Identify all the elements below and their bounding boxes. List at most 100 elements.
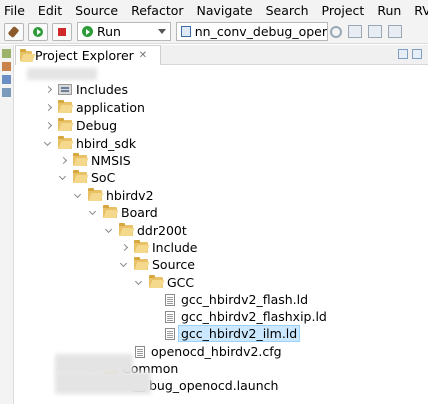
- tab-project-explorer[interactable]: Project Explorer ✕: [15, 45, 161, 65]
- tree-item-label: openocd_hbirdv2.cfg: [151, 344, 282, 359]
- redacted-region: [55, 354, 133, 374]
- project-tree: Includes application Debug hbird_sdk NMS…: [15, 66, 428, 404]
- chevron-right-icon[interactable]: [58, 156, 68, 166]
- menu-file[interactable]: File: [4, 3, 25, 18]
- chevron-down-icon[interactable]: [119, 260, 129, 270]
- gear-icon[interactable]: [330, 25, 342, 38]
- menu-project[interactable]: Project: [322, 3, 365, 18]
- print-icon[interactable]: [388, 25, 402, 38]
- menu-bar: File Edit Source Refactor Navigate Searc…: [0, 0, 428, 20]
- folder-icon: [134, 257, 148, 270]
- tree-item-label: NMSIS: [91, 153, 131, 168]
- link-with-editor-icon[interactable]: [412, 49, 422, 59]
- file-icon: [165, 293, 175, 306]
- menu-run[interactable]: Run: [377, 3, 401, 18]
- menu-refactor[interactable]: Refactor: [131, 3, 183, 18]
- tree-item-hbirdv2[interactable]: hbirdv2: [73, 187, 154, 204]
- tree-item-application[interactable]: application: [43, 99, 145, 116]
- tree-item-label: application: [76, 100, 145, 115]
- menu-rv-tools[interactable]: RV-T: [414, 3, 428, 18]
- tree-item-label: bug_openocd.launch: [149, 378, 279, 393]
- launch-mode-select[interactable]: Run: [77, 22, 171, 41]
- menu-source[interactable]: Source: [75, 3, 118, 18]
- menu-edit[interactable]: Edit: [38, 3, 62, 18]
- tree-item-includes[interactable]: Includes: [43, 81, 128, 98]
- tree-item-label: gcc_hbirdv2_ilm.ld: [178, 325, 301, 342]
- folder-icon: [73, 170, 87, 183]
- chevron-down-icon[interactable]: [88, 208, 98, 218]
- tree-item-gcc[interactable]: GCC: [134, 274, 194, 291]
- tree-item-label: GCC: [167, 275, 195, 290]
- tree-item-label: Board: [121, 205, 158, 220]
- folder-icon: [103, 205, 117, 218]
- tab-label: Project Explorer: [35, 48, 134, 63]
- menu-search[interactable]: Search: [266, 3, 309, 18]
- tree-item-label: SoC: [91, 170, 116, 185]
- left-trim-bar: [0, 45, 14, 404]
- launch-config-label: nn_conv_debug_oper: [194, 24, 327, 39]
- launch-toolbar: Run nn_conv_debug_oper: [0, 20, 428, 44]
- launch-config-select[interactable]: nn_conv_debug_oper: [176, 22, 328, 41]
- redacted-project-name: [27, 68, 97, 80]
- chevron-right-icon[interactable]: [43, 103, 53, 113]
- tree-item-nmsis[interactable]: NMSIS: [58, 152, 131, 169]
- tree-item-soc[interactable]: SoC: [58, 169, 115, 186]
- launch-mode-label: Run: [97, 24, 121, 39]
- tree-item-include[interactable]: Include: [119, 239, 198, 256]
- folder-icon: [58, 100, 72, 113]
- tree-item-ddr200t[interactable]: ddr200t: [104, 222, 187, 239]
- launch-button[interactable]: [28, 22, 48, 41]
- redacted-region: [55, 372, 151, 394]
- close-icon[interactable]: ✕: [139, 50, 147, 61]
- file-icon: [135, 345, 145, 358]
- tree-item-label: gcc_hbirdv2_flash.ld: [181, 292, 309, 307]
- run-icon: [82, 26, 93, 37]
- save-icon[interactable]: [368, 25, 382, 38]
- minimize-view-icon[interactable]: [2, 49, 11, 58]
- tree-item-label: hbird_sdk: [76, 136, 137, 151]
- chevron-down-icon[interactable]: [58, 173, 68, 183]
- tree-item-gcc-hbirdv2-flashxip-ld[interactable]: gcc_hbirdv2_flashxip.ld: [163, 308, 327, 325]
- tree-item-label: Source: [152, 257, 195, 272]
- tree-item-source[interactable]: Source: [119, 256, 195, 273]
- tree-item-label: gcc_hbirdv2_flashxip.ld: [181, 309, 327, 324]
- tree-item-label: Includes: [76, 82, 129, 97]
- tree-item-gcc-hbirdv2-ilm-ld[interactable]: gcc_hbirdv2_ilm.ld: [163, 325, 301, 342]
- tree-item-openocd-hbirdv2-cfg[interactable]: openocd_hbirdv2.cfg: [133, 343, 282, 360]
- stop-button[interactable]: [52, 22, 72, 41]
- chevron-right-icon[interactable]: [43, 85, 53, 95]
- view-tab-bar: Project Explorer ✕: [15, 45, 428, 65]
- folder-icon: [88, 188, 102, 201]
- chevron-down-icon[interactable]: [104, 226, 114, 236]
- chevron-down-icon[interactable]: [73, 191, 83, 201]
- tree-item-gcc-hbirdv2-flash-ld[interactable]: gcc_hbirdv2_flash.ld: [163, 291, 308, 308]
- includes-icon: [58, 84, 72, 95]
- new-window-icon[interactable]: [348, 25, 362, 38]
- tree-item-hbird-sdk[interactable]: hbird_sdk: [43, 135, 136, 152]
- tree-item-debug-openocd-launch[interactable]: bug_openocd.launch: [133, 377, 278, 394]
- launch-config-icon: [181, 26, 191, 37]
- tree-item-label: ddr200t: [137, 223, 187, 238]
- console-icon[interactable]: [2, 88, 11, 97]
- outline-icon[interactable]: [2, 62, 11, 71]
- menu-navigate[interactable]: Navigate: [197, 3, 253, 18]
- chevron-down-icon[interactable]: [43, 139, 53, 149]
- tree-item-label: hbirdv2: [106, 188, 154, 203]
- chevron-right-icon[interactable]: [43, 121, 53, 131]
- file-icon: [165, 327, 175, 340]
- tree-item-debug[interactable]: Debug: [43, 117, 117, 134]
- tree-item-label: Debug: [76, 118, 118, 133]
- view-toolbar: [394, 49, 422, 59]
- chevron-right-icon[interactable]: [119, 243, 129, 253]
- folder-icon: [134, 240, 148, 253]
- folder-icon: [58, 136, 72, 149]
- problems-icon[interactable]: [2, 75, 11, 84]
- folder-icon: [73, 153, 87, 166]
- collapse-all-icon[interactable]: [398, 49, 408, 59]
- tree-item-label: Include: [152, 240, 198, 255]
- chevron-down-icon[interactable]: [134, 278, 144, 288]
- folder-icon: [149, 275, 163, 288]
- tree-item-board[interactable]: Board: [88, 204, 158, 221]
- chevron-down-icon: [158, 29, 166, 34]
- build-wrench-icon[interactable]: [4, 22, 24, 41]
